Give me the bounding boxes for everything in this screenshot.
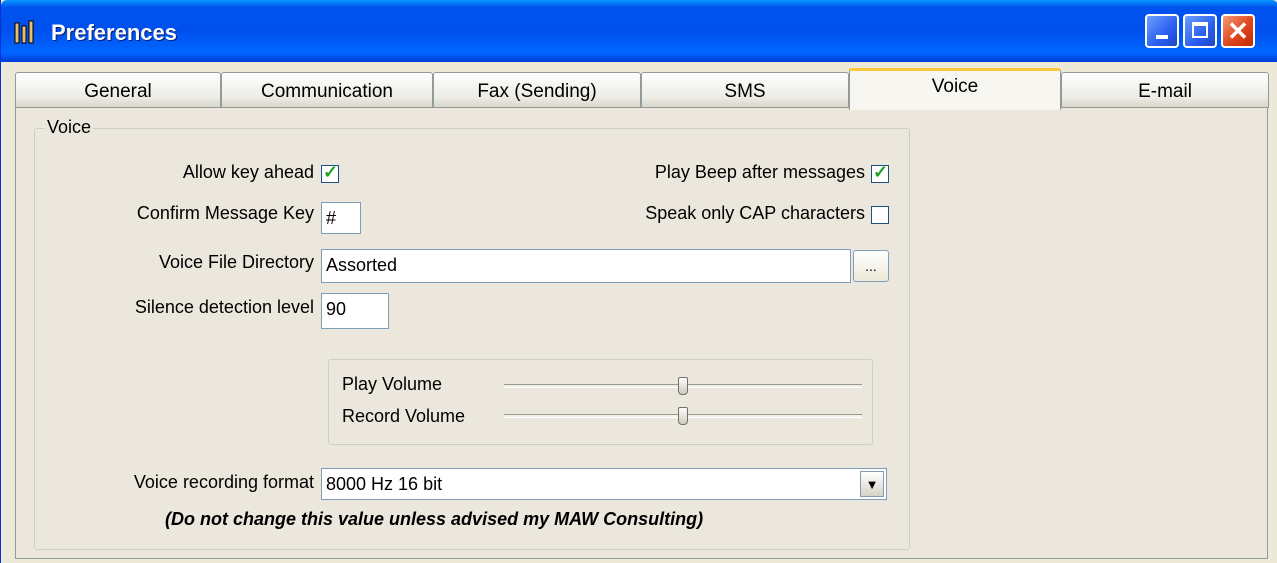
tab-sms[interactable]: SMS bbox=[641, 72, 849, 108]
voice-group-title: Voice bbox=[45, 117, 94, 138]
format-note: (Do not change this value unless advised… bbox=[165, 509, 704, 529]
minimize-button[interactable] bbox=[1145, 14, 1179, 48]
title-bar[interactable]: Preferences ✕ bbox=[1, 0, 1277, 62]
tab-communication[interactable]: Communication bbox=[221, 72, 433, 108]
tab-fax-sending[interactable]: Fax (Sending) bbox=[433, 72, 641, 108]
tab-voice[interactable]: Voice bbox=[849, 68, 1061, 110]
voice-dir-input[interactable]: Assorted bbox=[321, 249, 851, 283]
silence-label: Silence detection level bbox=[134, 297, 314, 317]
play-volume-label: Play Volume bbox=[342, 374, 443, 394]
allow-key-ahead-checkbox[interactable]: ✓ bbox=[321, 162, 339, 183]
tool-icon bbox=[14, 20, 34, 44]
browse-button[interactable]: ... bbox=[853, 250, 889, 282]
window-title: Preferences bbox=[51, 20, 177, 45]
minimize-icon bbox=[1156, 35, 1168, 39]
record-volume-thumb[interactable] bbox=[678, 407, 688, 425]
tab-email[interactable]: E-mail bbox=[1061, 72, 1269, 108]
voice-dir-label: Voice File Directory bbox=[158, 252, 314, 272]
format-label: Voice recording format bbox=[133, 472, 314, 492]
allow-key-ahead-label: Allow key ahead bbox=[182, 162, 314, 182]
check-icon: ✓ bbox=[873, 162, 889, 182]
speak-cap-checkbox[interactable] bbox=[871, 206, 889, 224]
close-button[interactable]: ✕ bbox=[1221, 14, 1255, 48]
confirm-key-label: Confirm Message Key bbox=[136, 203, 314, 223]
play-beep-checkbox[interactable]: ✓ bbox=[871, 162, 889, 183]
maximize-icon bbox=[1192, 22, 1208, 38]
play-volume-thumb[interactable] bbox=[678, 377, 688, 395]
voice-tab-panel: Voice Allow key ahead ✓ Play Beep after … bbox=[15, 107, 1268, 559]
tab-strip: General Communication Fax (Sending) SMS … bbox=[15, 68, 1270, 110]
confirm-key-input[interactable]: # bbox=[321, 202, 361, 234]
tab-general[interactable]: General bbox=[15, 72, 221, 108]
silence-input[interactable]: 90 bbox=[321, 293, 389, 329]
maximize-button[interactable] bbox=[1183, 14, 1217, 48]
check-icon: ✓ bbox=[323, 162, 339, 182]
close-icon: ✕ bbox=[1227, 16, 1249, 46]
preferences-window: Preferences ✕ General Communication Fax … bbox=[0, 0, 1277, 563]
format-value: 8000 Hz 16 bit bbox=[326, 474, 443, 494]
speak-cap-label: Speak only CAP characters bbox=[645, 203, 865, 223]
volume-group: Play Volume Record Volume bbox=[328, 359, 873, 445]
chevron-down-icon[interactable]: ▼ bbox=[860, 471, 884, 497]
record-volume-label: Record Volume bbox=[342, 406, 466, 426]
voice-group: Voice Allow key ahead ✓ Play Beep after … bbox=[34, 117, 910, 550]
format-select[interactable]: 8000 Hz 16 bit ▼ bbox=[321, 468, 887, 500]
play-beep-label: Play Beep after messages bbox=[654, 162, 865, 182]
